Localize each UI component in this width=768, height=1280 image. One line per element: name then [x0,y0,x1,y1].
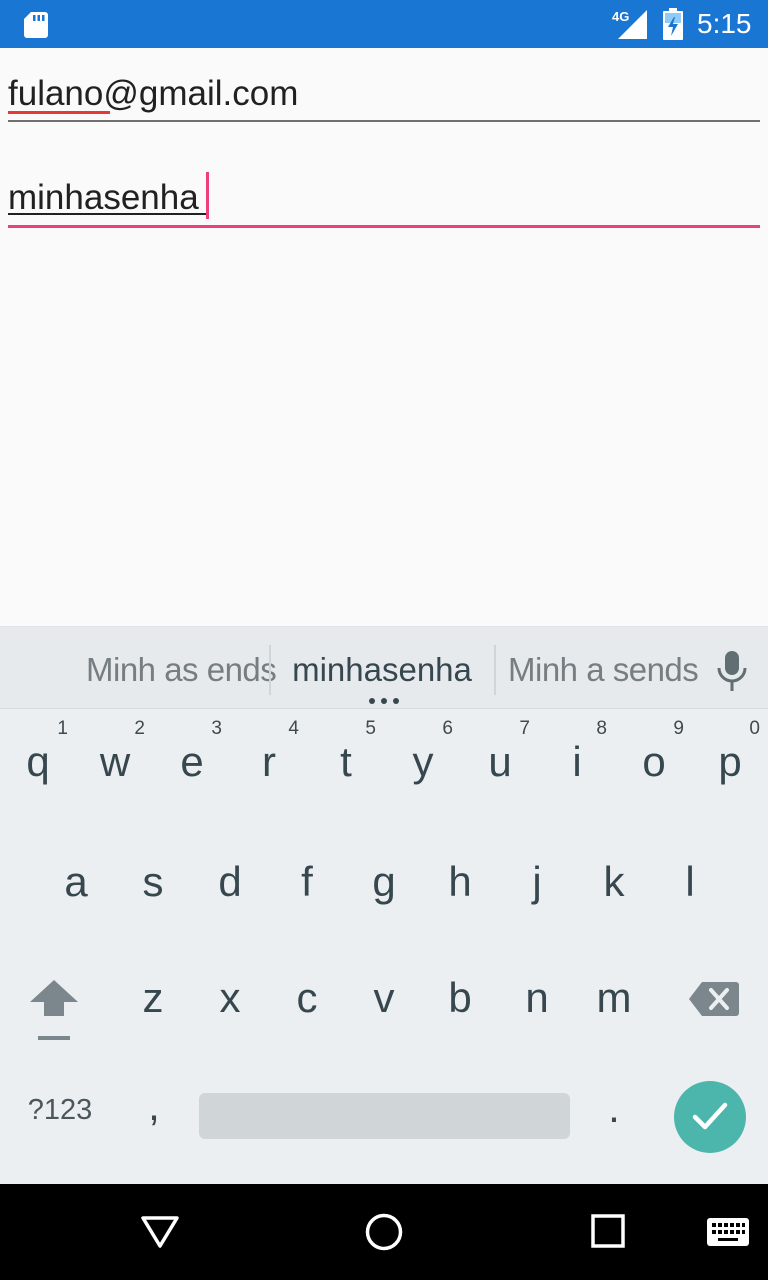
key-label: t [340,738,352,785]
key-j[interactable]: j [499,830,575,940]
key-label: i [572,738,582,785]
key-n[interactable]: n [499,948,575,1058]
comma-key[interactable]: , [122,1082,186,1142]
key-l[interactable]: l [652,830,728,940]
key-hint: 9 [673,718,684,739]
key-d[interactable]: d [192,830,268,940]
key-label: c [296,974,318,1021]
key-label: b [448,974,472,1021]
sd-card-icon [24,12,48,38]
backspace-icon[interactable] [688,980,740,1018]
key-label: f [301,858,313,905]
space-bar[interactable] [199,1093,570,1139]
key-hint: 3 [211,718,222,739]
mic-icon[interactable] [714,649,750,693]
password-value: minhasenha [8,178,199,217]
key-hint: 4 [288,718,299,739]
key-label: z [142,974,164,1021]
suggestion-divider [494,645,496,695]
key-label: k [603,858,625,905]
key-p[interactable]: 0p [692,708,768,818]
period-key[interactable]: . [586,1084,642,1144]
keyboard-switch-icon[interactable] [706,1216,750,1248]
key-hint: 2 [134,718,145,739]
key-i[interactable]: 8i [539,708,615,818]
clock: 5:15 [697,8,752,39]
key-label: u [488,738,512,785]
key-x[interactable]: x [192,948,268,1058]
key-label: e [180,738,204,785]
key-b[interactable]: b [422,948,498,1058]
password-field[interactable]: minhasenha [8,172,760,228]
email-field[interactable]: fulano@gmail.com [8,70,760,122]
key-label: w [99,738,131,785]
key-m[interactable]: m [576,948,652,1058]
key-v[interactable]: v [346,948,422,1058]
suggestion-divider [269,645,271,695]
key-label: q [26,738,50,785]
key-hint: 6 [442,718,453,739]
done-button[interactable] [674,1081,746,1153]
key-r[interactable]: 4r [231,708,307,818]
key-h[interactable]: h [422,830,498,940]
suggestion-3[interactable]: Minh a sends [508,651,699,691]
key-label: o [642,738,666,785]
recents-icon[interactable] [591,1214,625,1248]
battery-charging-icon [663,8,683,40]
key-label: m [596,974,632,1021]
key-o[interactable]: 9o [616,708,692,818]
key-label: p [718,738,742,785]
key-label: g [372,858,396,905]
suggestion-1[interactable]: Minh as ends [86,651,277,691]
key-a[interactable]: a [38,830,114,940]
key-label: a [64,858,88,905]
key-label: r [262,738,276,785]
spellcheck-underline [8,111,110,114]
key-hint: 0 [749,718,760,739]
composing-underline [8,213,206,215]
key-hint: 5 [365,718,376,739]
email-value: fulano@gmail.com [8,74,299,113]
key-label: x [219,974,241,1021]
back-icon[interactable] [140,1214,180,1250]
key-label: s [142,858,164,905]
text-cursor [206,172,209,219]
key-g[interactable]: g [346,830,422,940]
key-e[interactable]: 3e [154,708,230,818]
key-label: n [525,974,549,1021]
key-c[interactable]: c [269,948,345,1058]
key-label: j [532,858,542,905]
navigation-bar [0,1184,768,1280]
key-label: l [685,858,695,905]
key-hint: 7 [519,718,530,739]
key-label: d [218,858,242,905]
key-y[interactable]: 6y [385,708,461,818]
shift-icon[interactable] [28,976,80,1044]
key-k[interactable]: k [576,830,652,940]
symbols-key[interactable]: ?123 [18,1094,102,1138]
key-f[interactable]: f [269,830,345,940]
check-icon [692,1102,728,1130]
key-z[interactable]: z [115,948,191,1058]
key-hint: 8 [596,718,607,739]
home-icon[interactable] [364,1212,404,1252]
key-w[interactable]: 2w [77,708,153,818]
signal-icon [618,10,647,39]
suggestion-2[interactable]: minhasenha [282,651,482,691]
key-t[interactable]: 5t [308,708,384,818]
more-suggestions-icon[interactable] [366,697,402,705]
key-hint: 1 [57,718,68,739]
key-label: y [412,738,434,785]
status-bar: 4G 5:15 [0,0,768,48]
suggestion-strip: Minh as ends minhasenha Minh a sends [0,627,768,709]
key-u[interactable]: 7u [462,708,538,818]
key-q[interactable]: 1q [0,708,76,818]
key-label: v [373,974,395,1021]
key-label: h [448,858,472,905]
key-s[interactable]: s [115,830,191,940]
